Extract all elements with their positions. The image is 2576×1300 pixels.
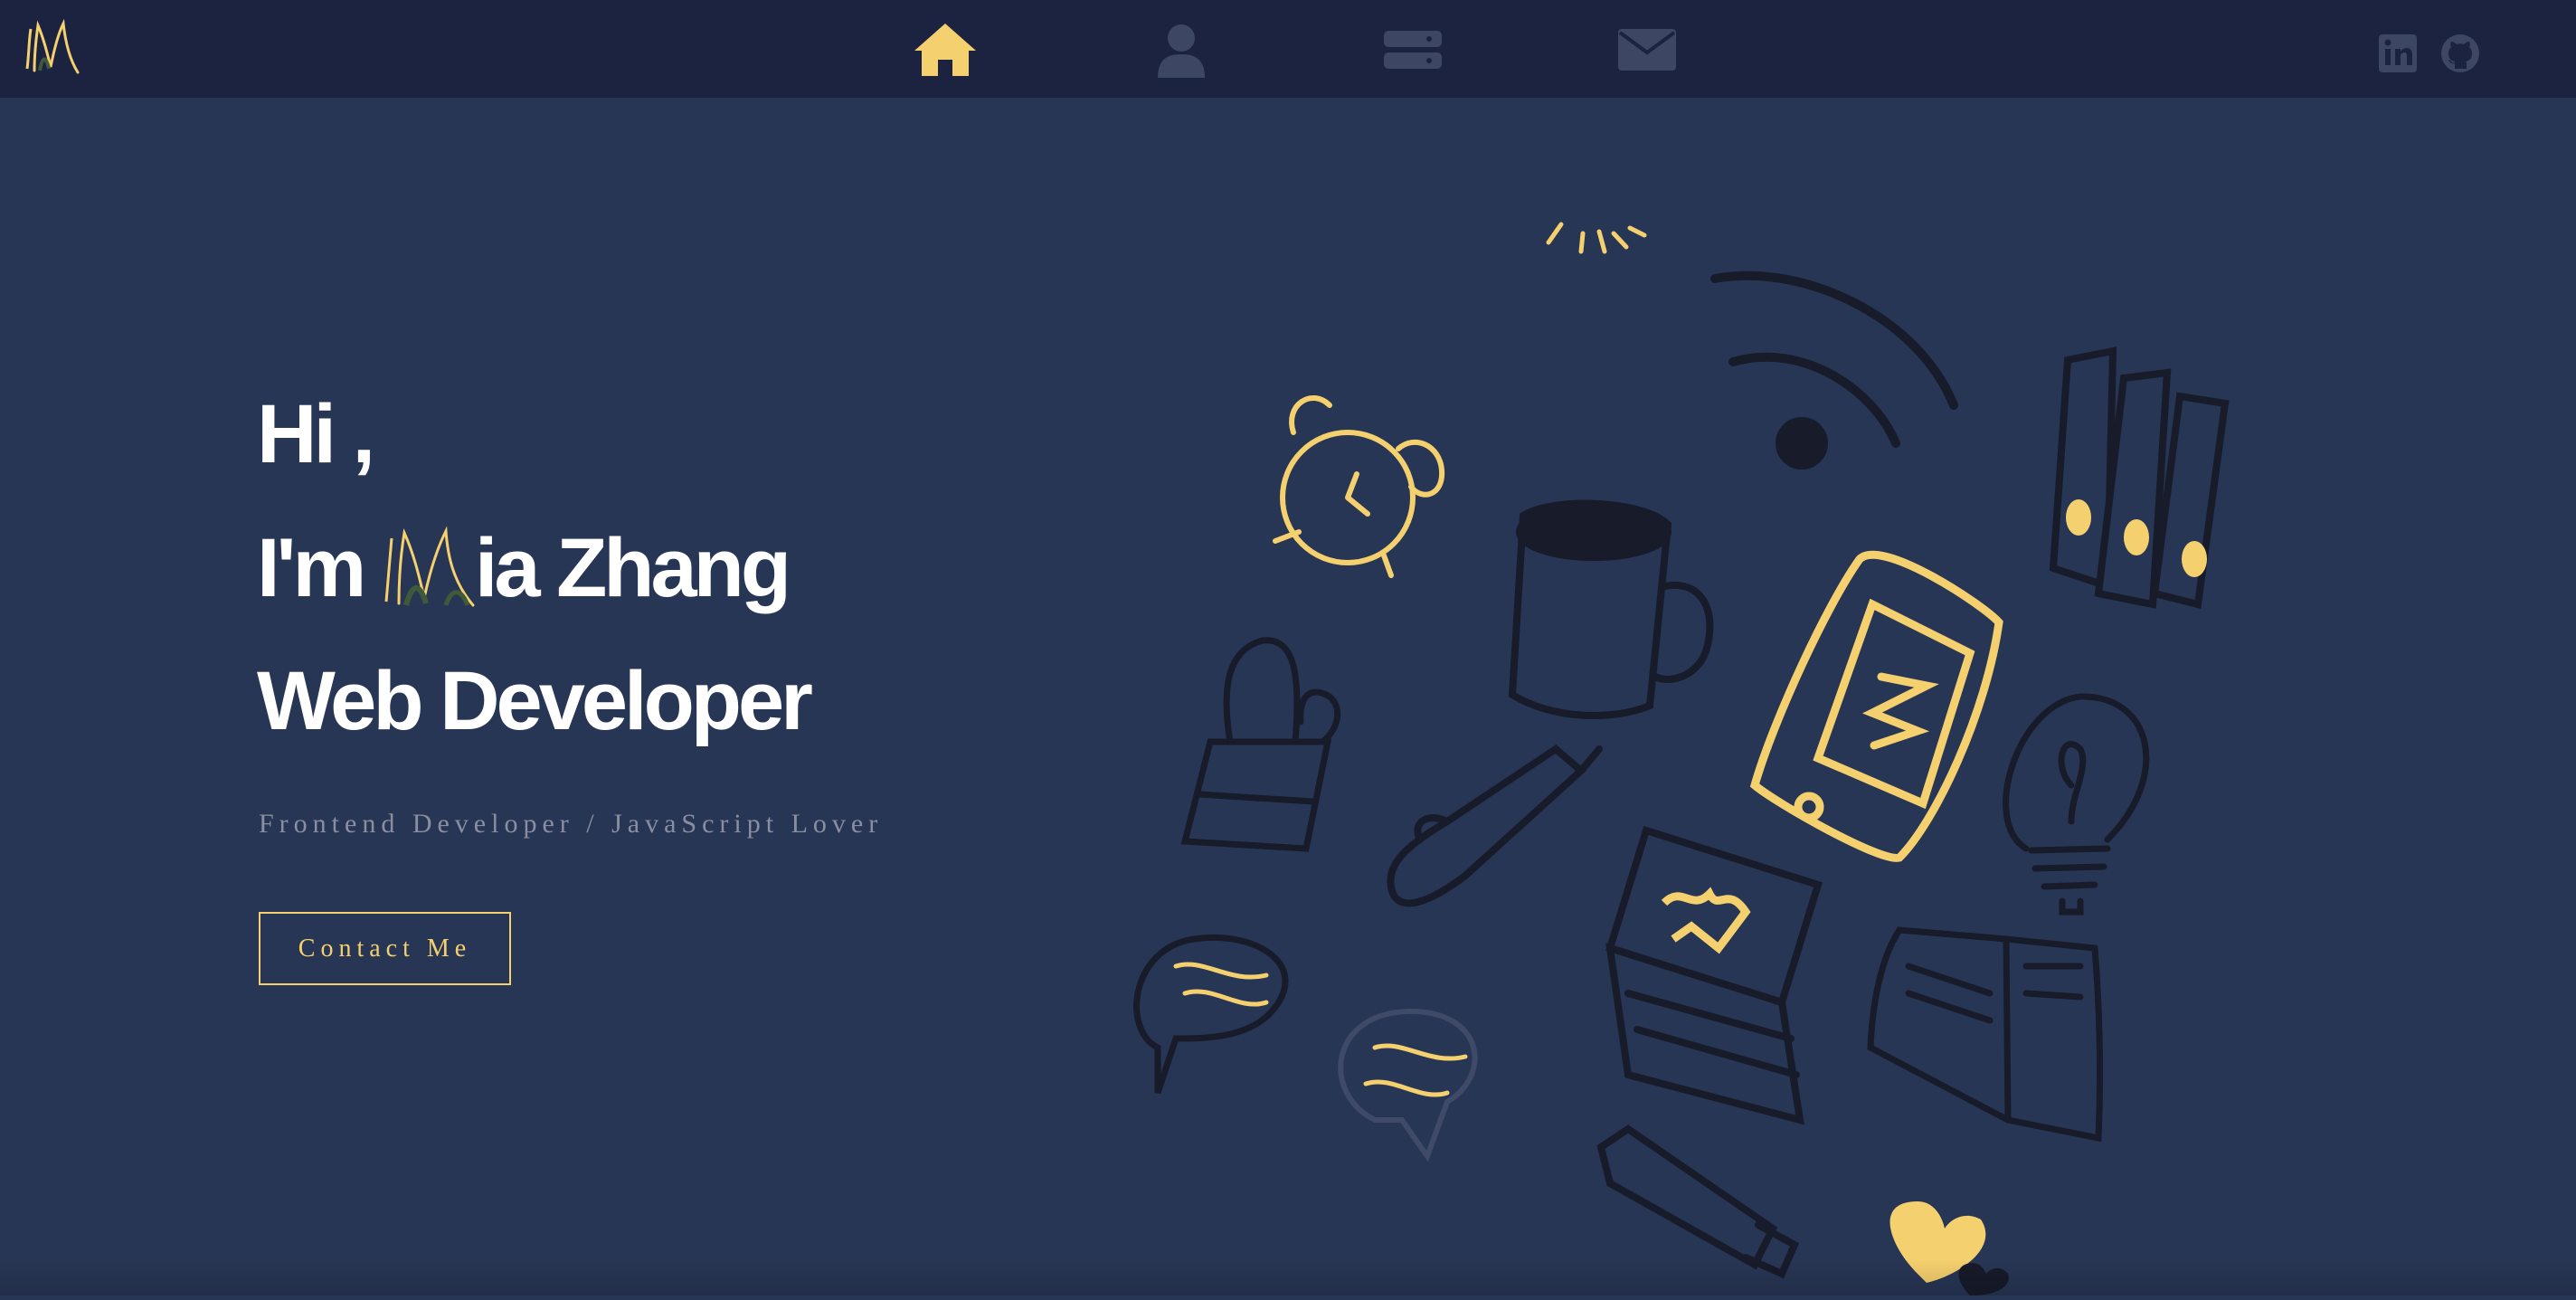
hero-intro: I'm ia Zhang <box>257 521 791 616</box>
server-icon[interactable] <box>1378 20 1447 80</box>
hero-greeting: Hi , <box>257 388 375 480</box>
envelope-icon[interactable] <box>1613 20 1681 80</box>
top-navbar <box>0 0 2576 98</box>
hero-intro-prefix: I'm <box>257 522 383 614</box>
user-icon[interactable] <box>1147 20 1216 80</box>
hero-role: Web Developer <box>257 655 813 747</box>
contact-me-button[interactable]: Contact Me <box>259 912 511 985</box>
home-icon[interactable] <box>911 20 980 80</box>
github-icon[interactable] <box>2439 33 2481 74</box>
hero-name: ia Zhang <box>474 522 791 614</box>
name-logo-icon <box>379 522 480 609</box>
bottom-shadow <box>0 1259 2576 1295</box>
hero-section: Hi , I'm ia Zhang Web Developer Frontend… <box>0 98 2576 1295</box>
hero-subtitle: Frontend Developer / JavaScript Lover <box>259 809 884 839</box>
logo-icon[interactable] <box>22 16 87 78</box>
linkedin-icon[interactable] <box>2377 33 2419 74</box>
doodle-illustration <box>1085 98 2352 1295</box>
